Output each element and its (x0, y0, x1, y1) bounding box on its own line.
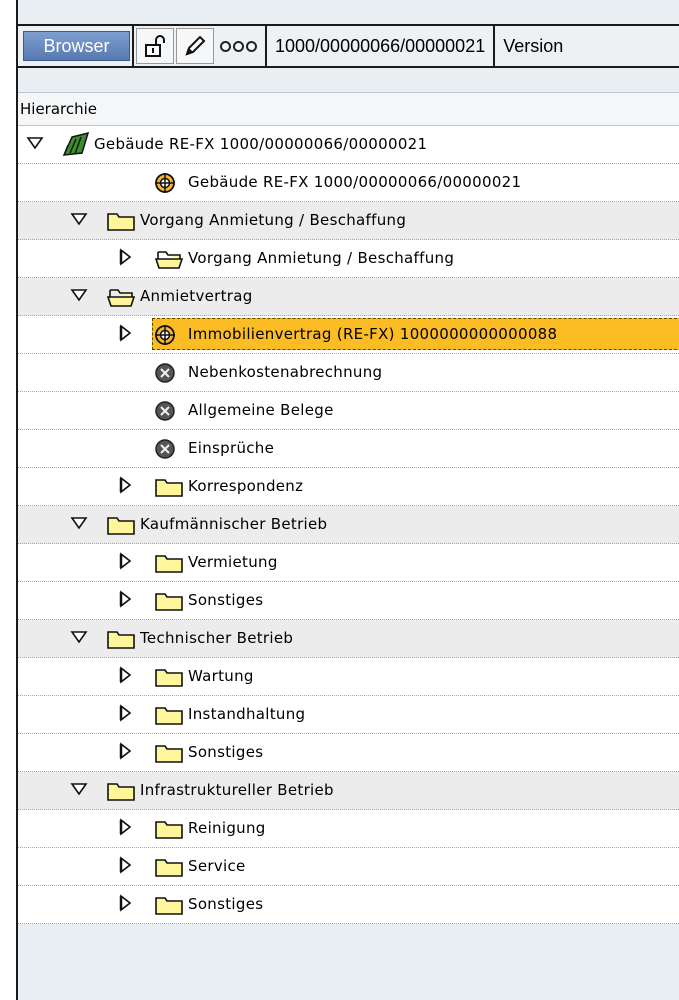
tree-node-label: Gebäude RE-FX 1000/00000066/00000021 (188, 173, 522, 191)
target-icon (154, 172, 176, 198)
tree-node[interactable]: Gebäude RE-FX 1000/00000066/00000021 (18, 126, 679, 164)
tree-node[interactable]: Nebenkostenabrechnung (18, 354, 679, 392)
tree-node-label: Service (188, 857, 246, 875)
tree-node[interactable]: Sonstiges (18, 886, 679, 924)
status-dot (246, 40, 257, 52)
tree-node[interactable]: Instandhaltung (18, 696, 679, 734)
expand-arrow-down-icon[interactable] (26, 134, 44, 156)
expand-arrow-right-icon[interactable] (116, 476, 134, 498)
tree-node-label: Sonstiges (188, 591, 264, 609)
expand-arrow-right-icon[interactable] (116, 704, 134, 726)
building-icon (62, 131, 92, 161)
tree-node[interactable]: Immobilienvertrag (RE-FX) 10000000000000… (18, 316, 679, 354)
pencil-icon[interactable] (176, 28, 214, 64)
expand-arrow-right-icon[interactable] (116, 552, 134, 574)
target-icon (154, 324, 176, 350)
expand-arrow-down-icon[interactable] (70, 514, 88, 536)
cancel-circle-icon (154, 438, 176, 464)
tree-node[interactable]: Gebäude RE-FX 1000/00000066/00000021 (18, 164, 679, 202)
tree-node-label: Sonstiges (188, 895, 264, 913)
tree-node[interactable]: Infrastruktureller Betrieb (18, 772, 679, 810)
cancel-circle-icon (154, 362, 176, 388)
folder-icon (106, 628, 136, 654)
folder-icon (106, 210, 136, 236)
tree-node[interactable]: Kaufmännischer Betrieb (18, 506, 679, 544)
tree-node[interactable]: Vorgang Anmietung / Beschaffung (18, 202, 679, 240)
tree-node-label: Instandhaltung (188, 705, 306, 723)
folder-icon (154, 856, 184, 882)
tree-node[interactable]: Wartung (18, 658, 679, 696)
tree-node-label: Vorgang Anmietung / Beschaffung (188, 249, 455, 267)
open-folder-icon (106, 286, 136, 312)
status-dot (233, 40, 244, 52)
browser-panel: Browser 1000/00000066/00000021 Version H… (16, 0, 679, 1000)
expand-arrow-down-icon[interactable] (70, 210, 88, 232)
status-dot (220, 40, 231, 52)
unlock-icon[interactable] (136, 28, 174, 64)
folder-icon (154, 704, 184, 730)
column-header-hierarchie[interactable]: Hierarchie (18, 92, 679, 126)
expand-arrow-down-icon[interactable] (70, 780, 88, 802)
expand-arrow-right-icon[interactable] (116, 856, 134, 878)
tree-node-label: Vermietung (188, 553, 278, 571)
toolbar-separator (493, 24, 496, 68)
tree-node-label: Anmietvertrag (140, 287, 253, 305)
tree-node-label: Kaufmännischer Betrieb (140, 515, 328, 533)
tree-node-label: Reinigung (188, 819, 266, 837)
folder-icon (154, 476, 184, 502)
expand-arrow-right-icon[interactable] (116, 248, 134, 270)
traffic-light-icon (220, 40, 257, 52)
expand-arrow-down-icon[interactable] (70, 628, 88, 650)
tree-node[interactable]: Reinigung (18, 810, 679, 848)
tree-node[interactable]: Vermietung (18, 544, 679, 582)
browser-button[interactable]: Browser (23, 31, 130, 61)
toolbar-separator (132, 24, 134, 68)
folder-icon (154, 666, 184, 692)
tree-node-label: Sonstiges (188, 743, 264, 761)
folder-icon (106, 514, 136, 540)
open-folder-icon (154, 248, 184, 274)
tree-node[interactable]: Vorgang Anmietung / Beschaffung (18, 240, 679, 278)
folder-icon (106, 780, 136, 806)
tree-node-label: Korrespondenz (188, 477, 304, 495)
tree-node[interactable]: Service (18, 848, 679, 886)
expand-arrow-right-icon[interactable] (116, 742, 134, 764)
expand-arrow-right-icon[interactable] (116, 818, 134, 840)
tree-node[interactable]: Anmietvertrag (18, 278, 679, 316)
spacer-strip (18, 68, 679, 93)
folder-icon (154, 894, 184, 920)
tree-node-label: Infrastruktureller Betrieb (140, 781, 334, 799)
cancel-circle-icon (154, 400, 176, 426)
tree-node-label: Wartung (188, 667, 254, 685)
tree-node[interactable]: Sonstiges (18, 734, 679, 772)
toolbar: Browser 1000/00000066/00000021 Version (18, 24, 679, 68)
tree-rows: Gebäude RE-FX 1000/00000066/00000021 Gebä… (18, 126, 679, 924)
expand-arrow-right-icon[interactable] (116, 590, 134, 612)
folder-icon (154, 552, 184, 578)
tree-node-label: Vorgang Anmietung / Beschaffung (140, 211, 407, 229)
expand-arrow-right-icon[interactable] (116, 894, 134, 916)
tree-node[interactable]: Einsprüche (18, 430, 679, 468)
tree-node[interactable]: Sonstiges (18, 582, 679, 620)
object-id: 1000/00000066/00000021 (275, 35, 486, 56)
expand-arrow-right-icon[interactable] (116, 324, 134, 346)
tree-node-label: Einsprüche (188, 439, 275, 457)
toolbar-separator (265, 24, 267, 68)
folder-icon (154, 818, 184, 844)
hierarchy-tree: Hierarchie Gebäude RE-FX 1000/00000066/0… (18, 92, 679, 924)
expand-arrow-down-icon[interactable] (70, 286, 88, 308)
tree-node[interactable]: Technischer Betrieb (18, 620, 679, 658)
folder-icon (154, 590, 184, 616)
tree-node-label: Nebenkostenabrechnung (188, 363, 383, 381)
tree-node-label: Allgemeine Belege (188, 401, 334, 419)
folder-icon (154, 742, 184, 768)
tree-node[interactable]: Korrespondenz (18, 468, 679, 506)
tree-node-label: Technischer Betrieb (140, 629, 294, 647)
version-label[interactable]: Version (497, 36, 569, 57)
tree-node[interactable]: Allgemeine Belege (18, 392, 679, 430)
tree-node-label: Immobilienvertrag (RE-FX) 10000000000000… (188, 325, 558, 343)
expand-arrow-right-icon[interactable] (116, 666, 134, 688)
tree-node-label: Gebäude RE-FX 1000/00000066/00000021 (94, 135, 428, 153)
empty-area (18, 944, 679, 1000)
